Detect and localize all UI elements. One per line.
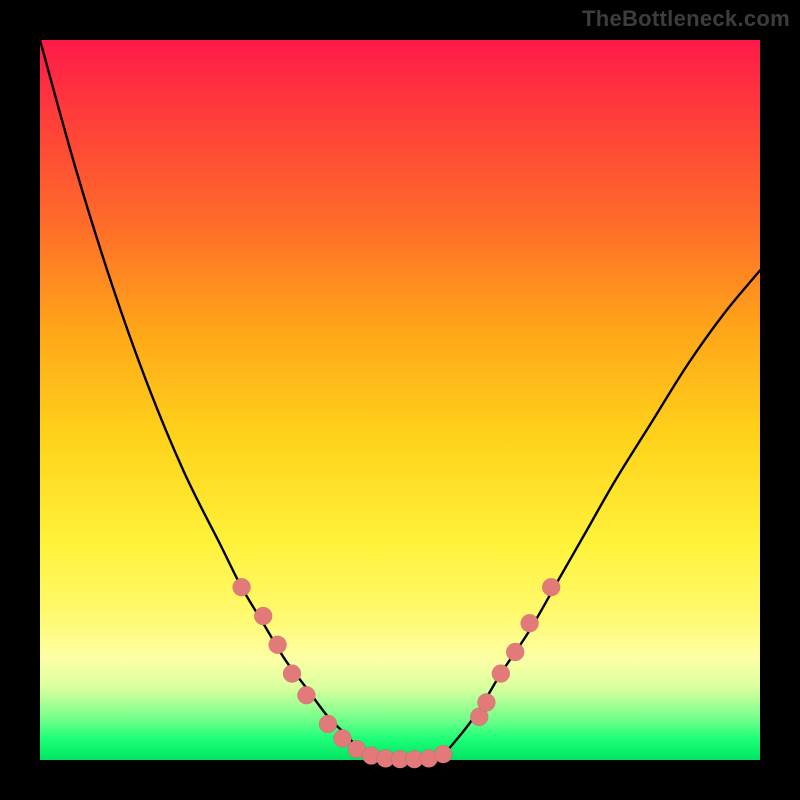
bottleneck-curve bbox=[40, 40, 760, 762]
data-point bbox=[542, 578, 560, 596]
marker-group bbox=[233, 578, 561, 768]
data-point bbox=[434, 745, 452, 763]
data-point bbox=[269, 636, 287, 654]
data-point bbox=[319, 715, 337, 733]
data-point bbox=[521, 614, 539, 632]
plot-area bbox=[40, 40, 760, 760]
chart-svg bbox=[40, 40, 760, 760]
curve-group bbox=[40, 40, 760, 762]
data-point bbox=[254, 607, 272, 625]
data-point bbox=[492, 665, 510, 683]
data-point bbox=[297, 686, 315, 704]
data-point bbox=[233, 578, 251, 596]
data-point bbox=[506, 643, 524, 661]
data-point bbox=[477, 693, 495, 711]
data-point bbox=[283, 665, 301, 683]
data-point bbox=[333, 729, 351, 747]
chart-frame: TheBottleneck.com bbox=[0, 0, 800, 800]
watermark-text: TheBottleneck.com bbox=[582, 6, 790, 32]
